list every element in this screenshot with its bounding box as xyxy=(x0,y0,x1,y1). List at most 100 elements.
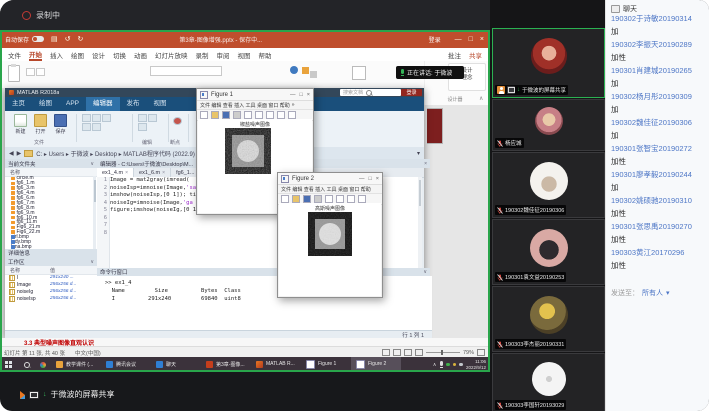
slideshow-icon[interactable] xyxy=(415,349,423,356)
workspace-row[interactable]: I291x240 ... xyxy=(5,274,95,281)
fit-slide-icon[interactable] xyxy=(477,349,485,356)
taskbar-app-figure2[interactable]: Figure 2 xyxy=(351,357,401,372)
search-dropdown-icon[interactable]: ▾ xyxy=(417,150,420,157)
close-icon[interactable]: × xyxy=(307,92,310,98)
tab-file[interactable]: 文件 xyxy=(8,50,21,60)
workspace-row[interactable]: noiseIsp256x256 d... xyxy=(5,295,95,302)
undo-icon[interactable]: ↺ xyxy=(65,35,71,43)
comments-button[interactable]: 批注 xyxy=(448,50,461,60)
panel-menu-icon[interactable]: ∨ xyxy=(423,269,427,275)
taskbar-app-chat[interactable]: 聊天 xyxy=(151,357,201,372)
taskbar-app-meeting[interactable]: 腾讯会议 xyxy=(101,357,151,372)
slide-sorter-icon[interactable] xyxy=(393,349,401,356)
reading-view-icon[interactable] xyxy=(404,349,412,356)
participant-tile[interactable]: 190302魏佳征20190306 xyxy=(492,152,605,218)
maximize-icon[interactable]: □ xyxy=(299,92,302,98)
editor-tab[interactable]: ex1_4.m× xyxy=(97,168,134,177)
rotate-icon[interactable] xyxy=(358,195,366,203)
matlab-tab-publish[interactable]: 发布 xyxy=(120,97,147,111)
find-icon[interactable] xyxy=(92,123,101,131)
tray-green-icon[interactable] xyxy=(446,363,450,367)
taskbar-search-icon[interactable] xyxy=(17,357,34,372)
redo-icon[interactable]: ↻ xyxy=(78,35,84,43)
taskbar-app-courseware[interactable]: 教学课件 (... xyxy=(51,357,101,372)
tab-insert[interactable]: 插入 xyxy=(50,50,63,60)
zoom-out-icon[interactable] xyxy=(347,195,355,203)
tab-help[interactable]: 帮助 xyxy=(259,50,272,60)
datatip-icon[interactable] xyxy=(288,111,296,119)
collapse-ribbon-icon[interactable]: ∧ xyxy=(479,95,483,102)
minimize-icon[interactable]: — xyxy=(455,36,462,43)
panel-menu-icon[interactable]: ∨ xyxy=(90,161,94,167)
matlab-doc-search-input[interactable]: 搜索文档 xyxy=(340,89,401,96)
tab-design[interactable]: 设计 xyxy=(92,50,105,60)
participant-tile-sharer[interactable]: ↓ 于微波的屏幕共享 xyxy=(492,28,605,98)
print-icon[interactable] xyxy=(102,114,111,122)
tab-slideshow[interactable]: 幻灯片放映 xyxy=(155,50,188,60)
minimize-icon[interactable]: — xyxy=(290,92,296,98)
rotate-icon[interactable] xyxy=(277,111,285,119)
ppt-login-button[interactable]: 登录 xyxy=(429,35,441,44)
comment-icon[interactable] xyxy=(148,114,157,122)
editor-tab[interactable]: ex1_6.m× xyxy=(134,168,171,177)
insert-icon[interactable] xyxy=(138,114,147,122)
matlab-tab-home[interactable]: 主页 xyxy=(5,97,32,111)
print-icon[interactable] xyxy=(314,195,322,203)
save-icon[interactable] xyxy=(303,195,311,203)
matlab-login-button[interactable]: 登录 xyxy=(401,89,422,96)
autosave-toggle[interactable] xyxy=(32,36,44,42)
zoom-level[interactable]: 79% xyxy=(463,350,474,356)
new-script-button[interactable]: 新建 xyxy=(14,114,27,135)
share-button[interactable]: 共享 xyxy=(469,50,482,60)
tab-review[interactable]: 审阅 xyxy=(217,50,230,60)
new-figure-icon[interactable] xyxy=(200,111,208,119)
language-label[interactable]: 中文(中国) xyxy=(75,349,101,357)
minimize-icon[interactable]: — xyxy=(359,176,365,182)
cut-icon[interactable] xyxy=(26,68,35,76)
find-files-icon[interactable] xyxy=(82,114,91,122)
zoom-slider[interactable] xyxy=(426,352,460,353)
participant-tile[interactable]: 190303李杰丽20190331 xyxy=(492,286,605,352)
print-icon[interactable] xyxy=(233,111,241,119)
matlab-tab-view[interactable]: 视图 xyxy=(147,97,174,111)
shape-circle-icon[interactable] xyxy=(290,66,298,74)
zoom-out-icon[interactable] xyxy=(266,111,274,119)
forward-icon[interactable]: ▶ xyxy=(17,150,22,157)
paste-icon[interactable] xyxy=(8,65,20,82)
indent-icon[interactable] xyxy=(138,123,147,131)
start-button[interactable] xyxy=(0,357,17,372)
tray-gray-icon[interactable] xyxy=(459,363,463,367)
save-icon[interactable]: ▤ xyxy=(51,35,58,43)
copy-icon[interactable] xyxy=(36,68,45,76)
matlab-tab-editor[interactable]: 编辑器 xyxy=(86,97,120,111)
tab-view[interactable]: 视图 xyxy=(238,50,251,60)
cursor-icon[interactable] xyxy=(244,111,252,119)
shape-square-icon[interactable] xyxy=(302,67,309,74)
dropdown-icon[interactable]: ▾ xyxy=(666,289,670,297)
workspace-row[interactable]: Image256x256 d... xyxy=(5,281,95,288)
new-figure-icon[interactable] xyxy=(281,195,289,203)
close-icon[interactable]: × xyxy=(480,36,484,43)
zoom-in-icon[interactable] xyxy=(255,111,263,119)
tab-record[interactable]: 录制 xyxy=(196,50,209,60)
compare-icon[interactable] xyxy=(92,114,101,122)
shape-rect-icon[interactable] xyxy=(310,71,317,78)
open-icon[interactable] xyxy=(211,111,219,119)
matlab-tab-apps[interactable]: APP xyxy=(59,97,86,111)
figure2-titlebar[interactable]: Figure 2 — □ × xyxy=(278,173,382,185)
taskbar-app-figure1[interactable]: Figure 1 xyxy=(301,357,351,372)
task-view-icon[interactable] xyxy=(34,357,51,372)
figure1-menubar[interactable]: 文件 编辑 查看 插入 工具 桌面 窗口 帮助 » xyxy=(197,101,313,110)
cursor-icon[interactable] xyxy=(325,195,333,203)
figure1-titlebar[interactable]: Figure 1 — □ × xyxy=(197,89,313,101)
details-bar[interactable]: 详细信息 ∧ xyxy=(5,249,103,257)
zoom-in-icon[interactable] xyxy=(336,195,344,203)
maximize-icon[interactable]: □ xyxy=(368,176,371,182)
clock[interactable]: 11:06 2022/9/12 xyxy=(466,359,486,370)
tab-transitions[interactable]: 切换 xyxy=(113,50,126,60)
tab-animations[interactable]: 动画 xyxy=(134,50,147,60)
goto-icon[interactable] xyxy=(82,123,91,131)
tray-expand-icon[interactable]: ∧ xyxy=(433,362,437,368)
matlab-tab-plots[interactable]: 绘图 xyxy=(32,97,59,111)
save-button[interactable]: 保存 xyxy=(54,114,67,135)
